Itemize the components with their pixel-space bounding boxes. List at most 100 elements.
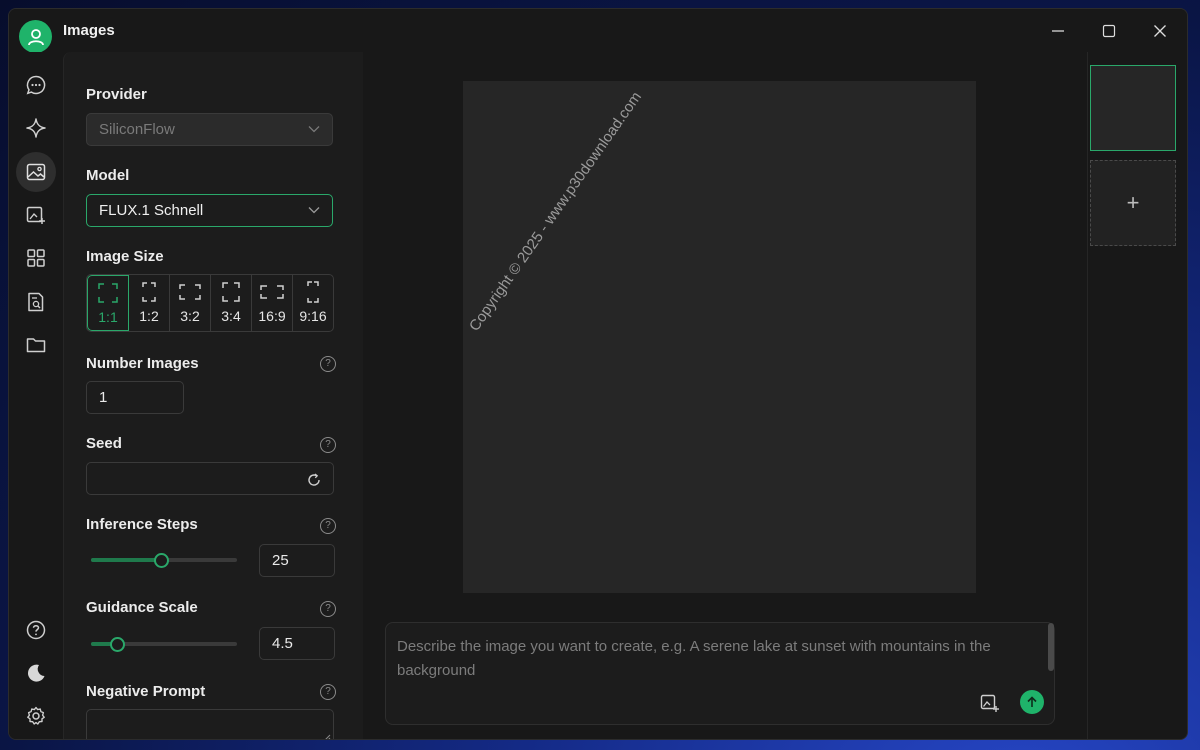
maximize-button[interactable] [1086,15,1132,47]
size-option-1-1[interactable]: 1:1 [87,275,129,331]
size-option-label: 3:4 [221,308,241,324]
close-icon [1154,25,1166,37]
title-bar: Images [9,9,1187,53]
send-button[interactable] [1020,690,1044,714]
sidebar-item-files[interactable] [16,325,56,365]
chat-icon [26,75,46,95]
image-size-label: Image Size [86,248,164,265]
image-add-icon [980,694,999,712]
arrow-up-icon [1027,696,1037,707]
provider-value: SiliconFlow [99,121,175,138]
sidebar-item-apps[interactable] [16,238,56,278]
size-option-1-2[interactable]: 1:2 [129,275,170,331]
aspect-wide-icon [260,285,284,299]
document-search-icon [28,292,44,312]
size-option-label: 3:2 [180,308,200,324]
guidance-scale-help-icon[interactable]: ? [320,601,336,617]
aspect-square-icon [98,283,118,303]
image-canvas: Copyright © 2025 - www.p30download.com [463,81,976,593]
app-window: Images Provider SiliconFlow Model FLUX.1… [8,8,1188,740]
sidebar-item-knowledge[interactable] [16,282,56,322]
resize-handle-icon[interactable] [323,734,331,739]
size-option-label: 16:9 [258,308,286,324]
plus-icon: + [1126,190,1140,215]
aspect-tall-icon [307,281,319,303]
settings-panel: Provider SiliconFlow Model FLUX.1 Schnel… [63,52,364,739]
close-button[interactable] [1137,15,1183,47]
inference-steps-slider[interactable] [91,553,237,568]
image-edit-icon [26,206,45,224]
sidebar-item-images[interactable] [16,152,56,192]
seed-input[interactable] [86,462,334,495]
number-images-label: Number Images [86,355,199,372]
refresh-icon[interactable] [307,473,321,487]
number-images-value: 1 [99,389,108,406]
size-option-3-2[interactable]: 3:2 [170,275,211,331]
negative-prompt-help-icon[interactable]: ? [320,684,336,700]
add-thumbnail-button[interactable]: + [1090,160,1176,246]
provider-label: Provider [86,86,147,103]
help-button[interactable] [16,610,56,650]
size-option-label: 1:2 [139,308,159,324]
moon-icon [28,664,45,682]
gear-icon [27,706,45,725]
prompt-placeholder: Describe the image you want to create, e… [397,638,991,679]
guidance-scale-input[interactable]: 4.5 [259,627,335,660]
inference-steps-help-icon[interactable]: ? [320,518,336,534]
inference-steps-label: Inference Steps [86,516,198,533]
aspect-landscape-icon [179,284,201,300]
guidance-scale-label: Guidance Scale [86,599,198,616]
watermark-text: Copyright © 2025 - www.p30download.com [466,88,646,335]
user-avatar[interactable] [19,20,52,53]
seed-help-icon[interactable]: ? [320,437,336,453]
seed-label: Seed [86,435,122,452]
minimize-icon [1052,30,1064,32]
model-value: FLUX.1 Schnell [99,202,204,219]
size-option-3-4[interactable]: 3:4 [211,275,252,331]
aspect-portrait-icon [142,282,156,302]
user-icon [27,28,44,45]
image-icon [26,163,46,181]
attach-image-button[interactable] [978,691,1002,715]
sidebar-item-assistant[interactable] [16,108,56,148]
aspect-portrait-icon [222,282,240,302]
sidebar [9,52,63,739]
theme-toggle-button[interactable] [16,653,56,693]
chevron-down-icon [308,207,320,214]
prompt-input[interactable]: Describe the image you want to create, e… [385,622,1055,725]
provider-select[interactable]: SiliconFlow [86,113,333,146]
size-option-16-9[interactable]: 16:9 [252,275,293,331]
slider-handle[interactable] [110,637,126,652]
settings-button[interactable] [16,696,56,736]
main-area: Copyright © 2025 - www.p30download.com D… [363,52,1087,739]
maximize-icon [1102,24,1116,38]
window-title: Images [63,22,115,39]
size-option-label: 9:16 [299,308,327,324]
inference-steps-input[interactable]: 25 [259,544,335,577]
image-size-selector: 1:1 1:2 3:2 3:4 16:9 9:16 [86,274,334,332]
negative-prompt-textarea[interactable] [86,709,334,739]
apps-grid-icon [27,249,45,267]
model-label: Model [86,167,130,184]
help-icon [26,620,46,640]
sidebar-item-chat[interactable] [16,65,56,105]
guidance-scale-value: 4.5 [272,635,293,652]
inference-steps-value: 25 [272,552,289,569]
sparkle-icon [26,118,46,138]
negative-prompt-label: Negative Prompt [86,683,206,700]
model-select[interactable]: FLUX.1 Schnell [86,194,333,227]
size-option-label: 1:1 [98,309,118,325]
slider-handle[interactable] [154,553,170,568]
thumbnail-panel: + [1087,52,1187,739]
size-option-9-16[interactable]: 9:16 [293,275,333,331]
sidebar-item-image-edit[interactable] [16,195,56,235]
minimize-button[interactable] [1035,15,1081,47]
chevron-down-icon [308,126,320,133]
folder-icon [26,338,46,353]
number-images-help-icon[interactable]: ? [320,356,336,372]
thumbnail-item-selected[interactable] [1090,65,1176,151]
guidance-scale-slider[interactable] [91,637,237,652]
prompt-scrollbar[interactable] [1048,623,1054,671]
number-images-input[interactable]: 1 [86,381,184,414]
slider-track-fill [91,558,162,562]
